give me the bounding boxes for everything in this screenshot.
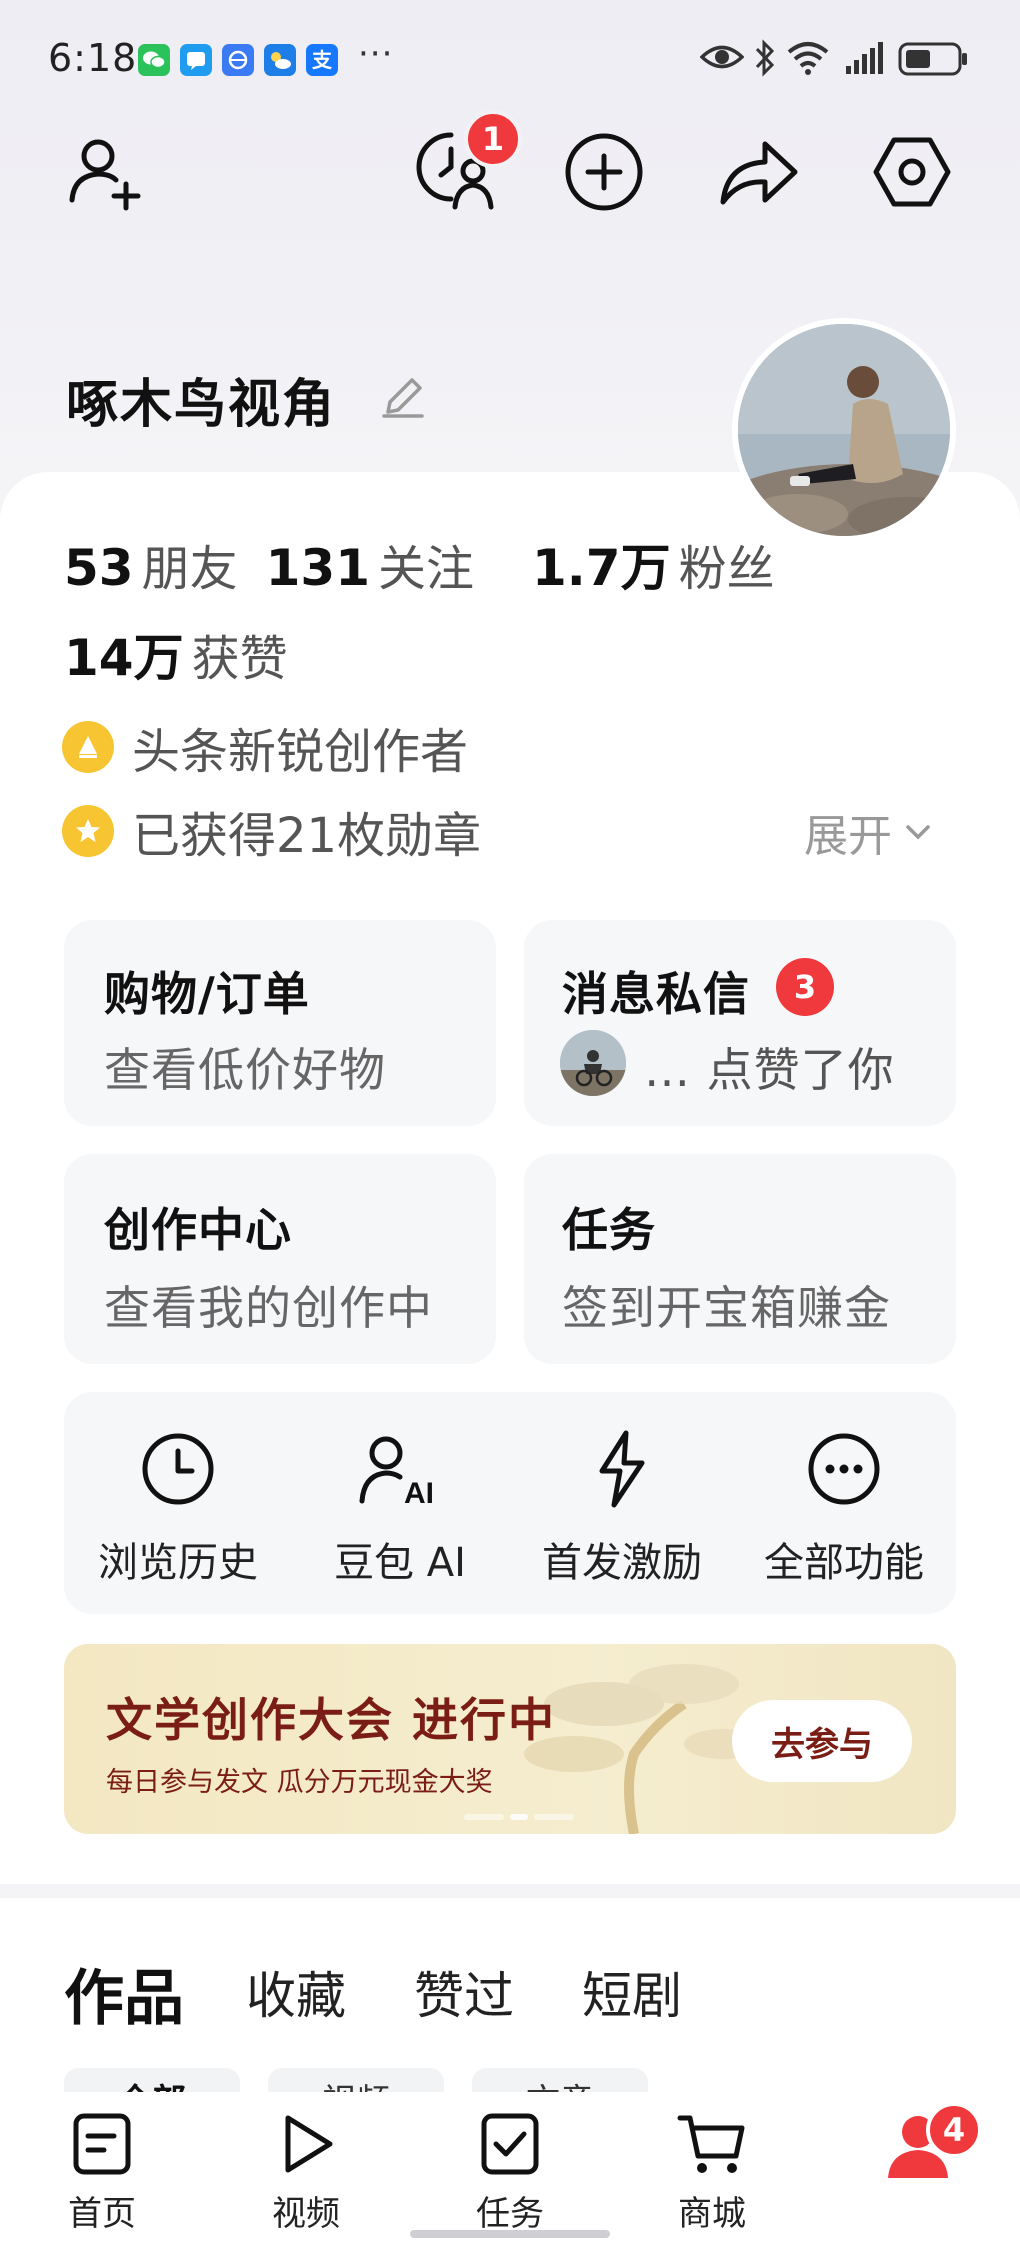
tile-shopping-title: 购物/订单	[104, 967, 310, 1021]
banner-pager	[464, 1814, 574, 1820]
stat-likes-value: 14万	[64, 629, 184, 687]
nav-mall-label: 商城	[678, 2194, 746, 2234]
nav-tasks[interactable]: 任务	[430, 2104, 590, 2235]
creator-title-row[interactable]: 头条新锐创作者	[62, 712, 468, 782]
section-divider	[0, 1884, 1020, 1898]
tab-works[interactable]: 作品	[64, 1950, 184, 2037]
browser-icon	[222, 44, 254, 76]
nav-video[interactable]: 视频	[226, 2104, 386, 2235]
tile-tasks-title: 任务	[562, 1203, 656, 1257]
tab-short-drama[interactable]: 短剧	[582, 1956, 682, 2028]
tile-creation-title: 创作中心	[104, 1203, 292, 1257]
tile-messages[interactable]: 消息私信 3 … 点赞了你	[524, 920, 956, 1126]
tile-tasks[interactable]: 任务 签到开宝箱赚金	[524, 1154, 956, 1364]
promo-banner[interactable]: 文学创作大会 进行中 每日参与发文 瓜分万元现金大奖 去参与	[64, 1644, 956, 1834]
feature-grid: 浏览历史 AI 豆包 AI 首发激励 全部功能	[64, 1392, 956, 1614]
tile-creation-center[interactable]: 创作中心 查看我的创作中	[64, 1154, 496, 1364]
banner-join-button[interactable]: 去参与	[732, 1700, 912, 1782]
badges-text: 已获得21枚勋章	[132, 808, 482, 864]
stat-likes-label: 获赞	[191, 631, 288, 687]
tile-messages-title: 消息私信	[562, 967, 750, 1021]
badges-row[interactable]: 已获得21枚勋章	[62, 796, 481, 866]
status-bar: 6:18 支 ···	[0, 0, 1020, 118]
feature-history[interactable]: 浏览历史	[68, 1426, 288, 1588]
tile-shopping-subtitle: 查看低价好物	[104, 1043, 386, 1097]
clock-icon	[68, 1426, 288, 1512]
messages-badge: 3	[776, 958, 834, 1016]
creator-coin-icon	[62, 721, 114, 773]
add-friend-icon[interactable]	[58, 124, 154, 220]
home-doc-icon	[22, 2104, 182, 2184]
signal-icon	[844, 42, 884, 86]
wechat-icon	[138, 44, 170, 76]
medal-icon	[62, 805, 114, 857]
settings-icon[interactable]	[864, 124, 960, 220]
add-post-icon[interactable]	[556, 124, 652, 220]
stat-following[interactable]: 131 关注	[266, 529, 474, 599]
stat-followers-value: 1.7万	[532, 539, 671, 597]
battery-icon	[898, 42, 970, 86]
task-check-icon	[430, 2104, 590, 2184]
tile-tasks-subtitle: 签到开宝箱赚金	[562, 1281, 891, 1335]
creator-title: 头条新锐创作者	[132, 724, 469, 780]
cart-icon	[632, 2104, 792, 2184]
nav-tasks-label: 任务	[476, 2194, 544, 2234]
nav-home-label: 首页	[68, 2194, 136, 2234]
messages-icon	[180, 44, 212, 76]
stat-following-label: 关注	[377, 541, 474, 597]
status-time: 6:18	[48, 36, 138, 80]
feature-all[interactable]: 全部功能	[734, 1426, 954, 1588]
doubao-ai-icon: AI	[290, 1426, 510, 1512]
stats-row: 53 朋友 131 关注 1.7万 粉丝	[64, 528, 775, 600]
eye-icon	[699, 40, 745, 84]
alipay-icon: 支	[306, 44, 338, 76]
share-icon[interactable]	[710, 124, 806, 220]
home-indicator	[410, 2230, 610, 2238]
banner-title: 文学创作大会 进行中	[106, 1693, 557, 1747]
username: 啄木鸟视角	[66, 375, 337, 435]
tile-creation-subtitle: 查看我的创作中	[104, 1281, 433, 1335]
tile-messages-preview: … 点赞了你	[644, 1043, 895, 1097]
feature-history-label: 浏览历史	[98, 1540, 258, 1586]
nav-home[interactable]: 首页	[22, 2104, 182, 2235]
weather-icon	[264, 44, 296, 76]
banner-subtitle: 每日参与发文 瓜分万元现金大奖	[106, 1767, 493, 1798]
bluetooth-icon	[754, 38, 776, 82]
nav-mall[interactable]: 商城	[632, 2104, 792, 2235]
tab-favorites[interactable]: 收藏	[246, 1956, 346, 2028]
expand-button[interactable]: 展开	[804, 800, 934, 864]
wifi-icon	[786, 40, 830, 84]
expand-label: 展开	[804, 811, 892, 862]
stat-friends-value: 53	[64, 539, 134, 597]
svg-text:AI: AI	[404, 1477, 434, 1507]
play-icon	[226, 2104, 386, 2184]
feature-first-release-label: 首发激励	[542, 1540, 702, 1586]
lightning-icon	[512, 1426, 732, 1512]
edit-name-icon[interactable]	[378, 372, 428, 426]
tab-liked[interactable]: 赞过	[414, 1956, 514, 2028]
feature-all-label: 全部功能	[764, 1540, 924, 1586]
feature-doubao-ai[interactable]: AI 豆包 AI	[290, 1426, 510, 1588]
stat-friends[interactable]: 53 朋友	[64, 529, 238, 599]
feature-doubao-label: 豆包 AI	[334, 1540, 466, 1586]
feature-first-release[interactable]: 首发激励	[512, 1426, 732, 1588]
chevron-down-icon	[906, 825, 930, 840]
stat-followers-label: 粉丝	[678, 541, 775, 597]
message-sender-avatar	[560, 1030, 626, 1096]
stat-friends-label: 朋友	[141, 541, 238, 597]
visitors-badge: 1	[464, 110, 522, 168]
stat-likes[interactable]: 14万 获赞	[64, 618, 288, 690]
tile-shopping[interactable]: 购物/订单 查看低价好物	[64, 920, 496, 1126]
status-more: ···	[358, 34, 394, 74]
nav-video-label: 视频	[272, 2194, 340, 2234]
avatar[interactable]	[732, 318, 956, 542]
stat-followers[interactable]: 1.7万 粉丝	[532, 528, 775, 600]
stat-following-value: 131	[265, 539, 370, 597]
profile-nav-badge: 4	[926, 2102, 982, 2158]
more-icon	[734, 1426, 954, 1512]
